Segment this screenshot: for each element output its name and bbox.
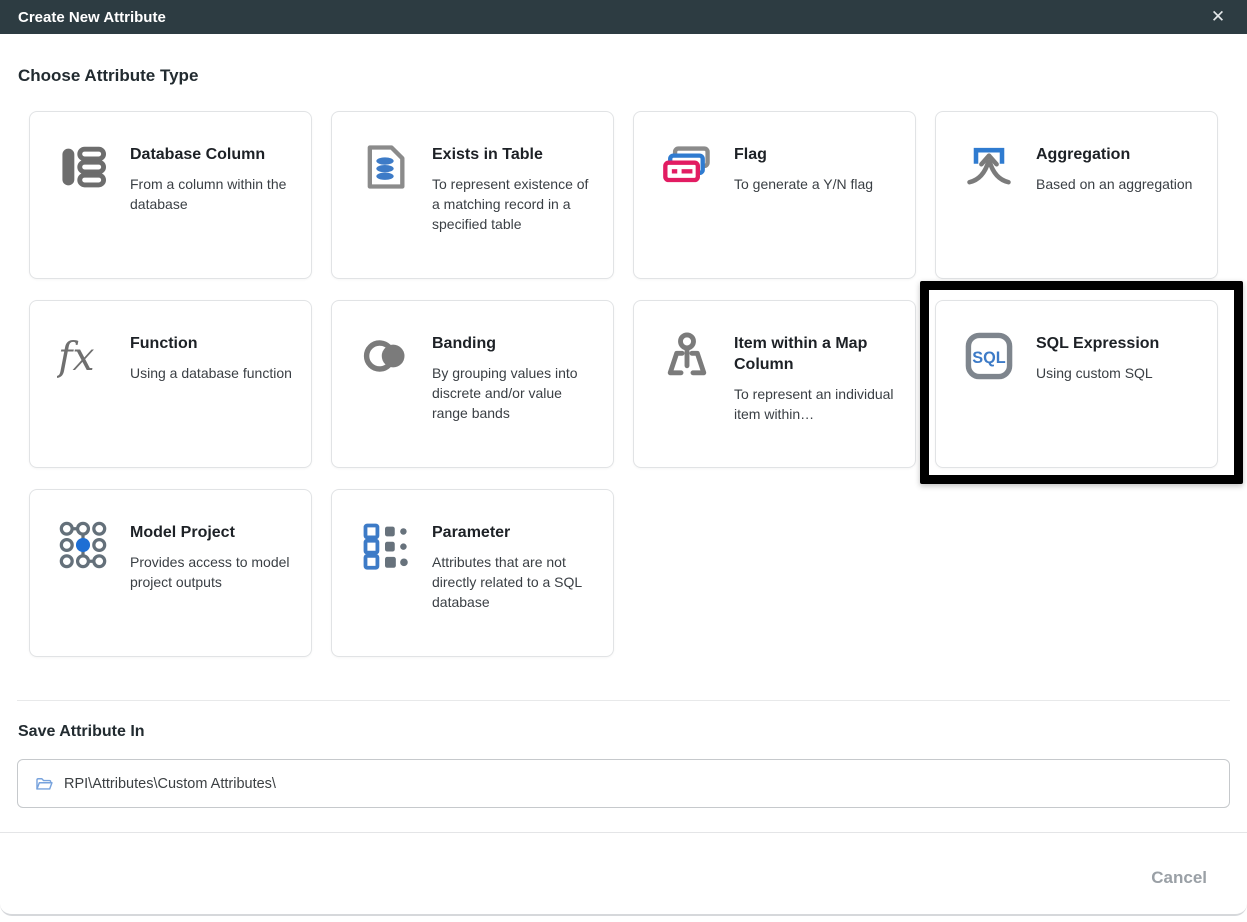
card-title: Banding [432, 333, 597, 354]
banding-icon [359, 330, 411, 382]
card-description: Using custom SQL [1036, 363, 1159, 383]
attribute-type-grid: Database Column From a column within the… [29, 111, 1218, 657]
card-banding[interactable]: Banding By grouping values into discrete… [331, 300, 614, 468]
card-aggregation[interactable]: Aggregation Based on an aggregation [935, 111, 1218, 279]
parameter-icon [359, 519, 411, 571]
create-new-attribute-dialog: Create New Attribute ✕ Choose Attribute … [0, 0, 1247, 916]
cancel-button[interactable]: Cancel [1151, 860, 1207, 896]
map-pin-icon [661, 330, 713, 382]
card-title: SQL Expression [1036, 333, 1159, 354]
card-title: Parameter [432, 522, 597, 543]
card-flag[interactable]: Flag To generate a Y/N flag [633, 111, 916, 279]
card-title: Flag [734, 144, 873, 165]
sql-icon: SQL [963, 330, 1015, 382]
card-description: Provides access to model project outputs [130, 552, 295, 592]
card-description: From a column within the database [130, 174, 295, 214]
card-exists-in-table[interactable]: Exists in Table To represent existence o… [331, 111, 614, 279]
dialog-title: Create New Attribute [0, 9, 166, 26]
card-description: To represent existence of a matching rec… [432, 174, 597, 234]
function-icon: fx [57, 330, 109, 382]
svg-text:SQL: SQL [972, 349, 1005, 367]
card-title: Aggregation [1036, 144, 1192, 165]
card-title: Model Project [130, 522, 295, 543]
aggregation-icon [963, 141, 1015, 193]
card-title: Database Column [130, 144, 295, 165]
card-title: Exists in Table [432, 144, 597, 165]
database-column-icon [57, 141, 109, 193]
save-location-field[interactable]: RPI\Attributes\Custom Attributes\ [17, 759, 1230, 808]
card-function[interactable]: fx Function Using a database function [29, 300, 312, 468]
close-icon[interactable]: ✕ [1203, 0, 1233, 34]
card-model-project[interactable]: Model Project Provides access to model p… [29, 489, 312, 657]
svg-text:fx: fx [57, 335, 95, 380]
save-location-path: RPI\Attributes\Custom Attributes\ [64, 776, 276, 792]
card-parameter[interactable]: Parameter Attributes that are not direct… [331, 489, 614, 657]
card-description: To represent an individual item within… [734, 384, 899, 424]
card-sql-expression[interactable]: SQL SQL Expression Using custom SQL [935, 300, 1218, 468]
card-title: Item within a Map Column [734, 333, 899, 375]
flag-icon [661, 141, 713, 193]
card-item-within-map-column[interactable]: Item within a Map Column To represent an… [633, 300, 916, 468]
card-description: By grouping values into discrete and/or … [432, 363, 597, 423]
card-title: Function [130, 333, 292, 354]
card-description: To generate a Y/N flag [734, 174, 873, 194]
folder-icon [35, 775, 53, 793]
save-attribute-in-heading: Save Attribute In [18, 723, 145, 741]
card-description: Using a database function [130, 363, 292, 383]
footer-divider [0, 832, 1247, 833]
dialog-titlebar: Create New Attribute ✕ [0, 0, 1247, 34]
model-project-icon [57, 519, 109, 571]
card-description: Attributes that are not directly related… [432, 552, 597, 612]
table-exists-icon [359, 141, 411, 193]
card-database-column[interactable]: Database Column From a column within the… [29, 111, 312, 279]
section-divider [17, 700, 1230, 701]
choose-attribute-type-heading: Choose Attribute Type [18, 66, 198, 86]
card-description: Based on an aggregation [1036, 174, 1192, 194]
